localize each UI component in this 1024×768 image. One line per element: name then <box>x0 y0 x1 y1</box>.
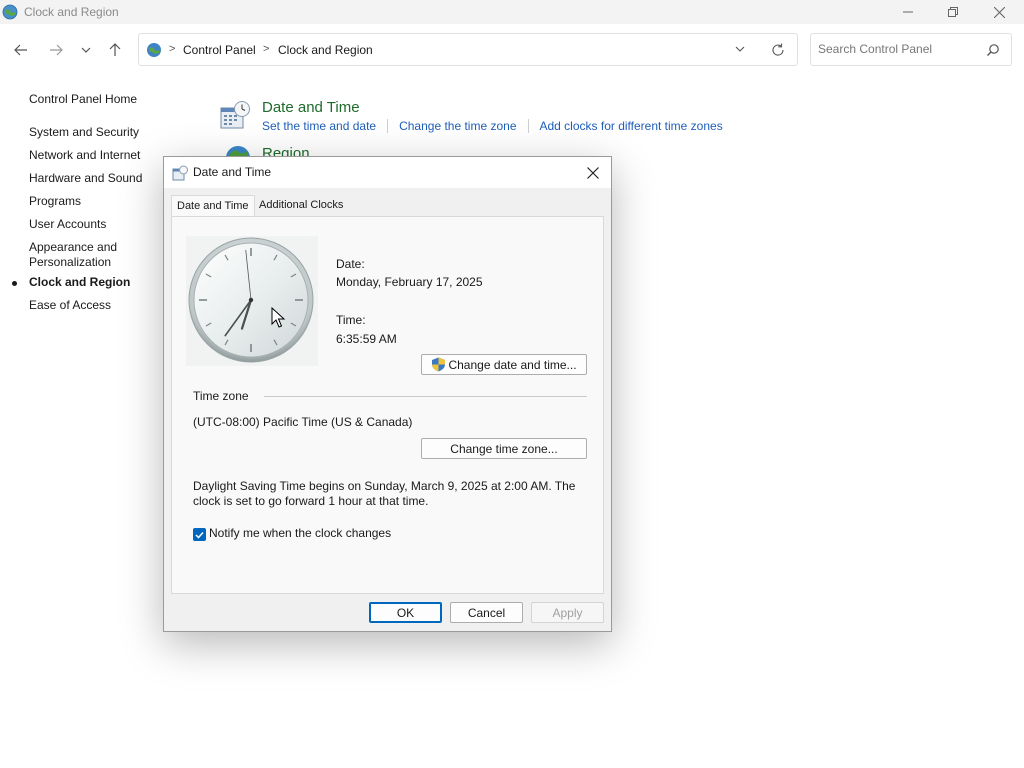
restore-button[interactable] <box>930 0 976 24</box>
window-title: Clock and Region <box>24 5 119 19</box>
date-value: Monday, February 17, 2025 <box>336 275 483 289</box>
time-zone-heading: Time zone <box>193 389 249 403</box>
sidebar-item-programs[interactable]: Programs <box>29 194 81 209</box>
uac-shield-icon <box>432 357 446 372</box>
sidebar-item-network-and-internet[interactable]: Network and Internet <box>29 148 140 163</box>
sidebar-item-label: Clock and Region <box>29 275 131 289</box>
close-window-button[interactable] <box>976 0 1022 24</box>
restore-icon <box>948 7 958 17</box>
back-button[interactable] <box>9 38 33 62</box>
change-date-and-time-button[interactable]: Change date and time... <box>421 354 587 375</box>
address-bar[interactable]: > Control Panel > Clock and Region <box>138 33 798 66</box>
link-change-time-zone[interactable]: Change the time zone <box>399 119 516 133</box>
recent-locations-button[interactable] <box>74 38 98 62</box>
dst-info-line2: clock is set to go forward 1 hour at tha… <box>193 494 429 508</box>
mouse-cursor-icon <box>271 307 286 328</box>
change-time-zone-button[interactable]: Change time zone... <box>421 438 587 459</box>
search-box[interactable] <box>810 33 1012 66</box>
breadcrumb-separator: > <box>263 43 270 55</box>
up-button[interactable] <box>103 38 127 62</box>
checkmark-icon <box>195 531 204 539</box>
link-set-time-and-date[interactable]: Set the time and date <box>262 119 376 133</box>
arrow-left-icon <box>14 44 27 56</box>
refresh-icon[interactable] <box>771 43 785 57</box>
dialog-title-bar[interactable]: Date and Time <box>164 157 611 188</box>
tab-additional-clocks[interactable]: Additional Clocks <box>254 195 348 216</box>
dst-info-line1: Daylight Saving Time begins on Sunday, M… <box>193 479 576 493</box>
sidebar-item-hardware-and-sound[interactable]: Hardware and Sound <box>29 171 142 186</box>
change-time-zone-label: Change time zone... <box>450 441 558 456</box>
forward-button[interactable] <box>44 38 68 62</box>
breadcrumb-control-panel[interactable]: Control Panel <box>183 43 256 57</box>
title-bar: Clock and Region <box>0 0 1024 24</box>
ok-button[interactable]: OK <box>369 602 442 623</box>
sidebar-item-appearance-line2[interactable]: Personalization <box>29 255 111 270</box>
date-and-time-dialog: Date and Time Date and Time Additional C… <box>163 156 612 632</box>
control-panel-icon <box>147 43 161 57</box>
dialog-title: Date and Time <box>193 165 272 179</box>
time-zone-value: (UTC-08:00) Pacific Time (US & Canada) <box>193 415 413 429</box>
close-icon <box>587 167 599 179</box>
cancel-button[interactable]: Cancel <box>450 602 523 623</box>
analog-clock-face <box>188 237 314 363</box>
sidebar-item-ease-of-access[interactable]: Ease of Access <box>29 298 111 313</box>
date-and-time-icon <box>172 165 188 181</box>
dialog-close-button[interactable] <box>583 163 603 183</box>
cancel-label: Cancel <box>467 605 506 620</box>
notify-checkbox[interactable] <box>193 528 206 541</box>
clock-center-pin <box>248 297 254 303</box>
search-input[interactable] <box>818 42 978 56</box>
chevron-down-icon <box>81 47 91 53</box>
link-add-clocks[interactable]: Add clocks for different time zones <box>540 119 723 133</box>
date-label: Date: <box>336 257 365 271</box>
sidebar-item-clock-and-region[interactable]: Clock and Region <box>12 275 131 290</box>
sidebar-item-system-and-security[interactable]: System and Security <box>29 125 139 140</box>
minimize-icon <box>903 11 913 13</box>
tab-date-and-time[interactable]: Date and Time <box>171 195 255 217</box>
notify-checkbox-label[interactable]: Notify me when the clock changes <box>209 526 391 540</box>
breadcrumb-separator: > <box>169 43 176 55</box>
ok-label: OK <box>396 605 415 620</box>
time-label: Time: <box>336 313 366 327</box>
sidebar-item-appearance-line1[interactable]: Appearance and <box>29 240 117 255</box>
link-divider <box>527 119 529 133</box>
link-divider <box>387 119 389 133</box>
tab-panel-date-and-time: Date: Monday, February 17, 2025 Time: 6:… <box>171 216 604 594</box>
minimize-button[interactable] <box>885 0 931 24</box>
analog-clock <box>186 236 318 366</box>
apply-label: Apply <box>552 605 583 620</box>
time-zone-divider <box>264 396 587 397</box>
breadcrumb-clock-and-region[interactable]: Clock and Region <box>278 43 373 57</box>
control-panel-globe-icon <box>2 4 18 20</box>
address-dropdown-icon[interactable] <box>735 44 745 54</box>
date-and-time-icon[interactable] <box>219 100 251 132</box>
close-icon <box>993 6 1005 18</box>
date-and-time-title[interactable]: Date and Time <box>262 99 360 116</box>
sidebar-item-control-panel-home[interactable]: Control Panel Home <box>29 92 137 107</box>
active-bullet <box>12 281 17 286</box>
arrow-right-icon <box>50 44 63 56</box>
date-and-time-links: Set the time and date Change the time zo… <box>262 119 723 133</box>
time-value: 6:35:59 AM <box>336 332 397 346</box>
sidebar-item-user-accounts[interactable]: User Accounts <box>29 217 106 232</box>
change-date-and-time-label: Change date and time... <box>448 357 577 372</box>
apply-button[interactable]: Apply <box>531 602 604 623</box>
arrow-up-icon <box>109 43 121 56</box>
search-icon[interactable] <box>986 43 1000 57</box>
